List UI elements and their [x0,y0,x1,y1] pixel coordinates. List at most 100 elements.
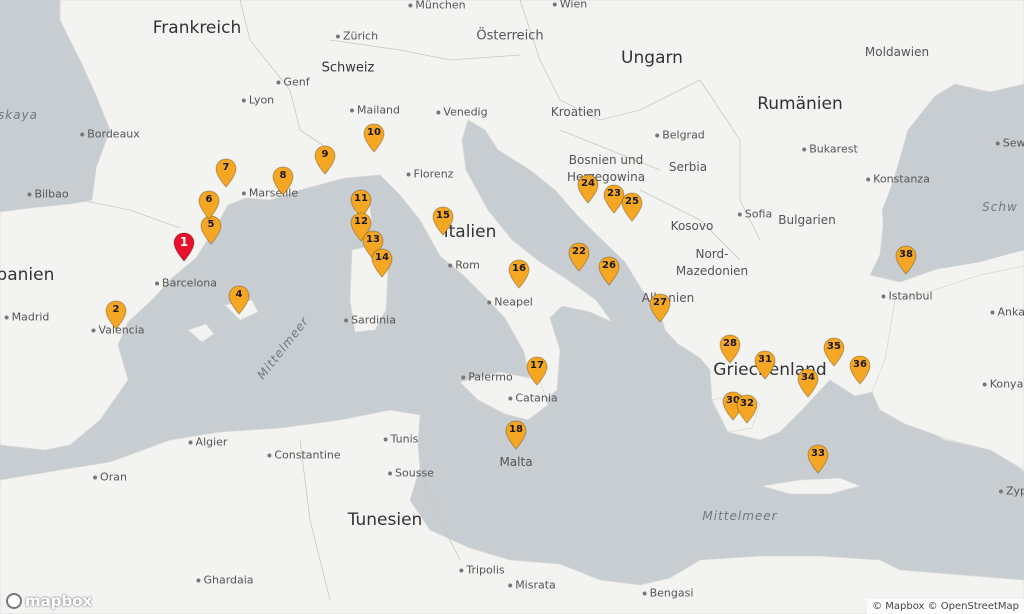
map-marker[interactable]: 32 [736,394,758,424]
map-label-country: Ungarn [621,48,683,68]
map-label-city: Misrata [508,579,556,592]
map-label-city: Ghardaia [196,574,253,587]
map-marker[interactable]: 38 [895,245,917,275]
map-label-city: Serbia [668,160,708,174]
map-label-country: Rumänien [757,94,843,114]
map-marker[interactable]: 10 [363,123,385,153]
map-label-city: Bordeaux [80,128,140,141]
attribution[interactable]: © Mapbox © OpenStreetMap [867,599,1024,614]
map-marker[interactable]: 33 [807,444,829,474]
map-marker-number: 11 [354,193,368,204]
map-label-city: Constantine [267,449,340,462]
map-marker-active[interactable]: 1 [173,232,195,262]
map-label-country: Spanien [0,265,55,285]
map-label-city: Konstanza [866,173,930,186]
map-marker[interactable]: 25 [621,192,643,222]
map-label-city: Malta [499,455,533,469]
map-marker[interactable]: 8 [272,166,294,196]
map-marker[interactable]: 18 [505,420,527,450]
map[interactable]: Frankreich Schweiz Österreich Ungarn Rumänie… [0,0,1024,614]
map-label-city: Oran [93,471,127,484]
map-label-city: Österreich [476,28,544,44]
map-marker-number: 10 [367,127,381,138]
map-marker[interactable]: 14 [371,248,393,278]
mapbox-logo[interactable]: mapbox [6,592,92,610]
map-marker[interactable]: 34 [797,368,819,398]
map-marker-number: 35 [827,341,841,352]
map-marker-number: 25 [625,196,639,207]
map-marker[interactable]: 16 [508,259,530,289]
map-label-city: Konya [983,378,1024,391]
map-marker-number: 26 [602,260,616,271]
map-label-city: Barcelona [155,277,217,290]
map-label-city: Nord- [695,247,729,261]
map-label-city: Bosnien und [568,153,644,167]
map-marker-number: 5 [207,219,215,230]
mapbox-logo-text: mapbox [25,592,93,610]
map-marker-number: 2 [112,304,120,315]
map-marker[interactable]: 2 [105,300,127,330]
map-marker[interactable]: 36 [849,355,871,385]
map-label-city: Wien [553,0,587,11]
map-marker-number: 6 [205,194,213,205]
map-label-city: Neapel [487,296,533,309]
map-label-city: Algier [189,436,228,449]
map-label-city: Genf [276,76,309,89]
map-marker[interactable]: 15 [432,206,454,236]
map-marker-number: 4 [235,289,243,300]
map-marker-number: 31 [758,354,772,365]
map-label-city: Sewa [996,137,1024,150]
map-label-city: Ankar [991,306,1024,319]
map-marker[interactable]: 28 [719,334,741,364]
map-label-city: Istanbul [881,290,932,303]
map-marker-number: 38 [899,249,913,260]
map-marker[interactable]: 6 [198,190,220,220]
map-marker-number: 24 [581,178,595,189]
map-label-city: Bilbao [27,188,68,201]
map-marker[interactable]: 26 [598,256,620,286]
map-marker[interactable]: 35 [823,337,845,367]
map-label-city: Kosovo [670,219,714,233]
map-label-city: Venedig [436,106,487,119]
map-label-city: Moldawien [864,45,930,59]
map-label-city: Palermo [461,371,512,384]
map-marker-number: 15 [436,210,450,221]
map-marker[interactable]: 27 [649,293,671,323]
map-marker-number: 8 [279,170,287,181]
map-marker[interactable]: 9 [314,145,336,175]
map-marker[interactable]: 22 [568,242,590,272]
map-marker-number: 27 [653,297,667,308]
map-marker-number: 1 [179,235,189,249]
map-marker-number: 33 [811,448,825,459]
map-marker-number: 34 [801,372,815,383]
map-marker-number: 9 [321,149,329,160]
map-label-city: Zürich [336,30,378,43]
map-label-city: Sousse [388,467,434,480]
map-marker[interactable]: 4 [228,285,250,315]
map-label-city: Catania [508,392,557,405]
map-label-city: Belgrad [655,129,705,142]
map-label-city: München [408,0,465,12]
map-label-city: Rom [448,259,480,272]
map-label-city: Florenz [407,168,454,181]
map-label-city: Tunis [384,433,419,446]
map-marker-number: 22 [572,246,586,257]
map-marker-number: 32 [740,398,754,409]
map-label-sea: Mittelmeer [702,509,778,523]
map-marker[interactable]: 31 [754,350,776,380]
map-marker[interactable]: 24 [577,174,599,204]
map-label-sea: skaya [0,108,39,122]
map-marker[interactable]: 17 [526,356,548,386]
map-label-country: Frankreich [152,18,242,38]
map-label-city: Mailand [350,104,400,117]
map-marker-number: 7 [222,162,230,173]
map-label-sea: Schw [982,200,1018,214]
map-label-city: Tripolis [459,564,504,577]
map-marker-number: 17 [530,360,544,371]
map-label-city: Lyon [242,94,274,107]
map-marker-number: 28 [723,338,737,349]
map-label-country: Schweiz [321,60,375,76]
map-marker[interactable]: 7 [215,158,237,188]
map-marker-number: 16 [512,263,526,274]
map-label-city: Zyp [999,485,1024,498]
